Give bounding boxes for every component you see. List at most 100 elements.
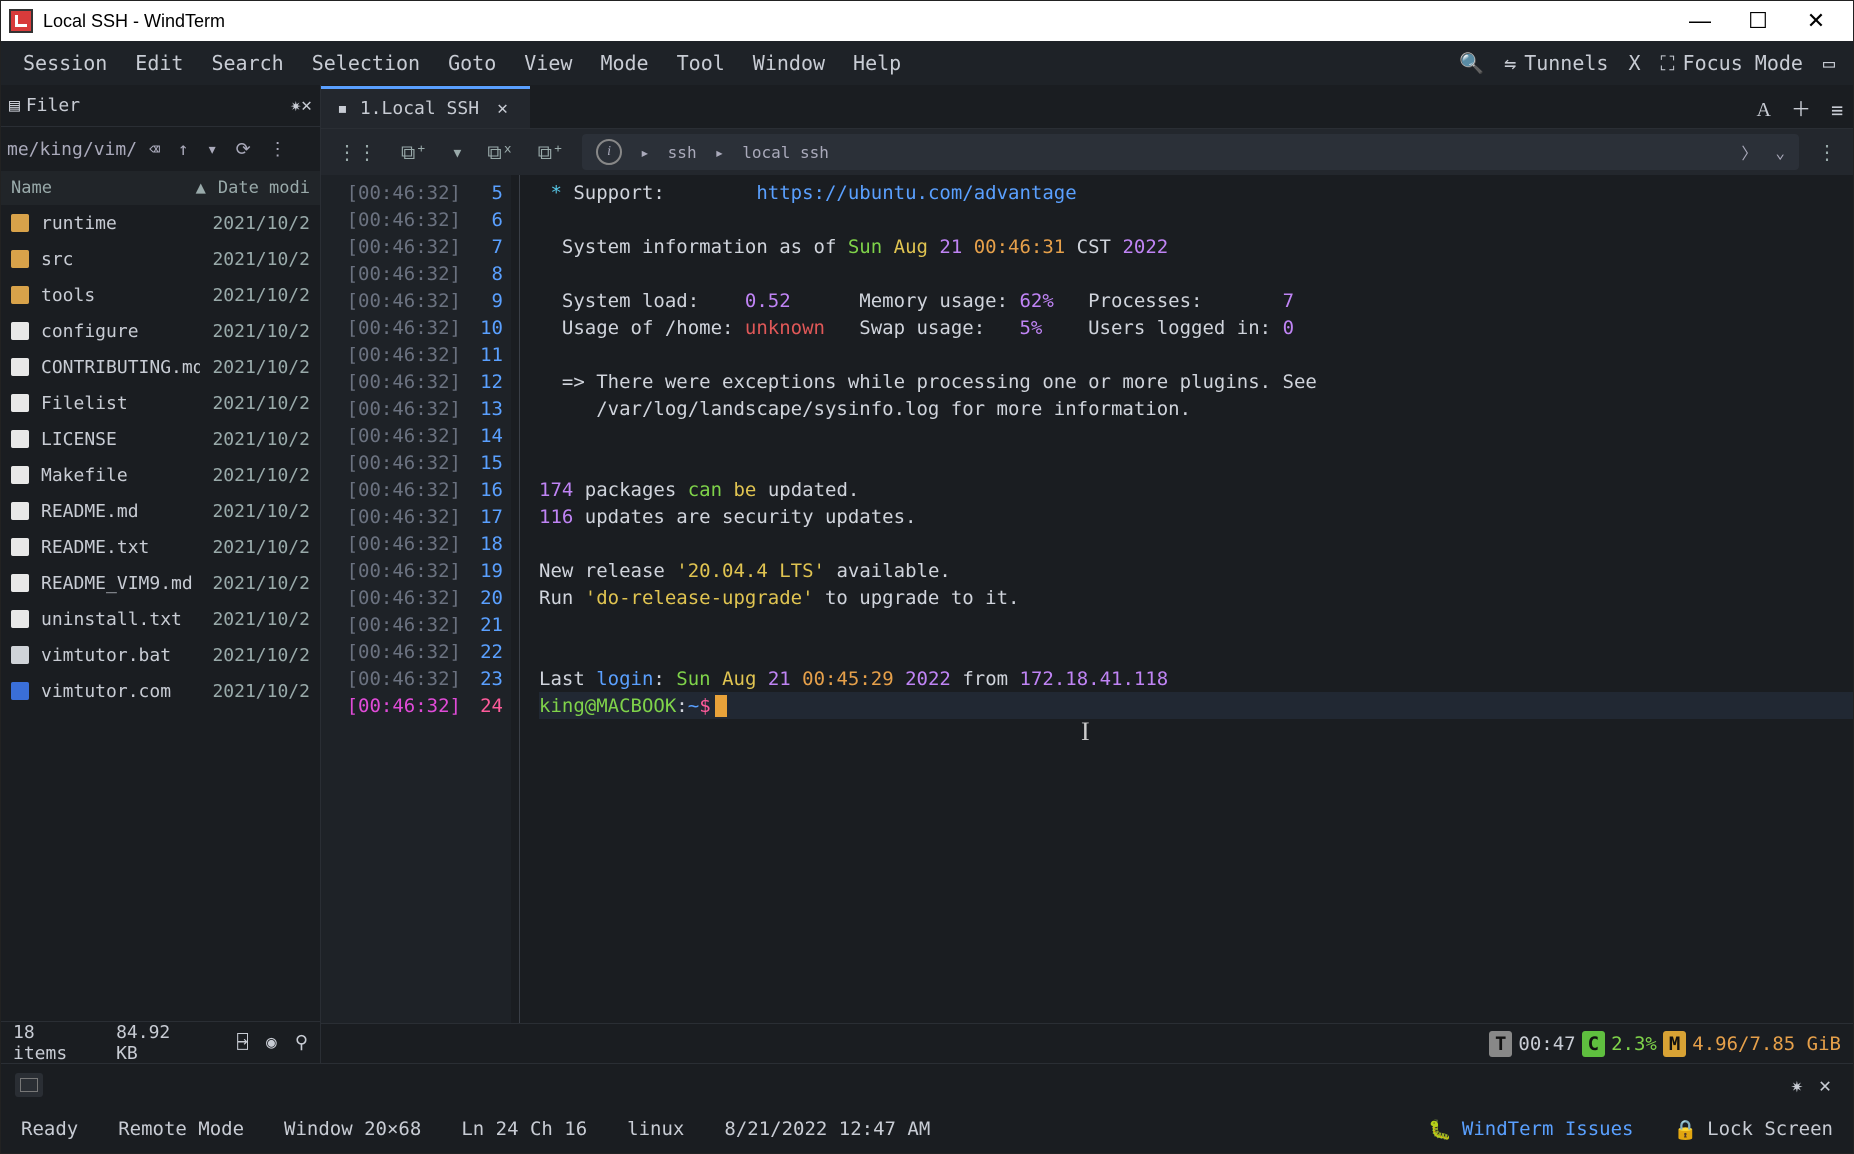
mem-value: 4.96/7.85 GiB xyxy=(1692,1033,1841,1055)
terminal-line xyxy=(539,206,1853,233)
terminal-line xyxy=(539,638,1853,665)
terminal-line: System information as of Sun Aug 21 00:4… xyxy=(539,233,1853,260)
open-folder-icon[interactable]: ⍈ xyxy=(237,1032,248,1053)
grip-icon[interactable]: ⋮⋮ xyxy=(331,136,383,168)
gutter-line: [00:46:32]11 xyxy=(321,341,511,368)
bottom-close-icon[interactable]: ✕ xyxy=(1811,1069,1839,1101)
file-icon xyxy=(11,502,29,520)
terminal-line xyxy=(539,530,1853,557)
settings-icon[interactable]: ✷ xyxy=(1783,1069,1811,1101)
tab-bar: ▪ 1.Local SSH ✕ A ＋ ≡ xyxy=(321,85,1853,129)
panel-toggle-icon[interactable]: ▭ xyxy=(1813,45,1845,81)
menu-search[interactable]: Search xyxy=(197,45,297,81)
menu-tool[interactable]: Tool xyxy=(663,45,739,81)
toolbar-caret-icon[interactable]: ▾ xyxy=(445,136,469,168)
gear-icon[interactable]: ✷ xyxy=(290,95,301,116)
issues-button[interactable]: 🐛 WindTerm Issues xyxy=(1428,1118,1633,1141)
file-row[interactable]: configure2021/10/2 xyxy=(1,313,320,349)
file-row[interactable]: uninstall.txt2021/10/2 xyxy=(1,601,320,637)
refresh-icon[interactable]: ⟳ xyxy=(230,135,257,164)
file-row[interactable]: runtime2021/10/2 xyxy=(1,205,320,241)
file-name: CONTRIBUTING.md xyxy=(41,357,200,378)
lock-screen-button[interactable]: 🔒 Lock Screen xyxy=(1673,1118,1833,1141)
file-row[interactable]: README.md2021/10/2 xyxy=(1,493,320,529)
menu-help[interactable]: Help xyxy=(839,45,915,81)
chevron-down-icon[interactable]: ▾ xyxy=(201,135,224,164)
terminal[interactable]: [00:46:32]5[00:46:32]6[00:46:32]7[00:46:… xyxy=(321,175,1853,1023)
focus-mode-button[interactable]: ⛶ Focus Mode xyxy=(1651,45,1813,81)
file-row[interactable]: src2021/10/2 xyxy=(1,241,320,277)
breadcrumb[interactable]: i ▸ ssh ▸ local ssh 〉 ⌄ xyxy=(582,134,1799,170)
up-icon[interactable]: ↑ xyxy=(172,135,195,164)
file-name: Filelist xyxy=(41,393,200,414)
backspace-icon[interactable]: ⌫ xyxy=(143,135,166,164)
duplicate-session-icon[interactable]: ⧉⁺ xyxy=(532,136,570,168)
file-icon xyxy=(11,610,29,628)
maximize-button[interactable]: ☐ xyxy=(1729,1,1787,41)
column-date[interactable]: Date modi xyxy=(206,178,310,198)
gutter-line: [00:46:32]22 xyxy=(321,638,511,665)
file-row[interactable]: tools2021/10/2 xyxy=(1,277,320,313)
crumb-ssh[interactable]: ssh xyxy=(668,143,697,162)
gutter-line: [00:46:32]10 xyxy=(321,314,511,341)
crumb-next-icon[interactable]: 〉 xyxy=(1741,140,1757,164)
bug-icon: 🐛 xyxy=(1428,1118,1452,1141)
tab-menu-icon[interactable]: ≡ xyxy=(1821,92,1853,128)
tab-close-icon[interactable]: ✕ xyxy=(491,98,514,119)
status-remote[interactable]: Remote Mode xyxy=(118,1118,244,1140)
time-badge-icon: T xyxy=(1489,1031,1512,1057)
location-icon[interactable]: ⚲ xyxy=(295,1032,308,1053)
close-panel-icon[interactable]: ✕ xyxy=(301,95,312,116)
file-row[interactable]: README_VIM9.md2021/10/2 xyxy=(1,565,320,601)
crumb-dropdown-icon[interactable]: ⌄ xyxy=(1775,143,1785,162)
menu-session[interactable]: Session xyxy=(9,45,121,81)
gutter-line: [00:46:32]19 xyxy=(321,557,511,584)
file-name: LICENSE xyxy=(41,429,200,450)
menu-selection[interactable]: Selection xyxy=(298,45,434,81)
close-button[interactable]: ✕ xyxy=(1787,1,1845,41)
toolbar-more-icon[interactable]: ⋮ xyxy=(1811,136,1843,168)
tab-local-ssh[interactable]: ▪ 1.Local SSH ✕ xyxy=(321,86,530,128)
file-date: 2021/10/2 xyxy=(212,645,310,666)
menu-window[interactable]: Window xyxy=(739,45,839,81)
gutter-line: [00:46:32]21 xyxy=(321,611,511,638)
status-os[interactable]: linux xyxy=(627,1118,684,1140)
total-size: 84.92 KB xyxy=(116,1022,201,1064)
minimize-button[interactable]: — xyxy=(1671,1,1729,41)
path-text[interactable]: me/king/vim/ xyxy=(7,139,137,160)
folder-icon xyxy=(11,250,29,268)
search-icon[interactable]: 🔍 xyxy=(1449,45,1494,81)
info-icon[interactable]: i xyxy=(596,139,622,165)
file-row[interactable]: README.txt2021/10/2 xyxy=(1,529,320,565)
folder-icon xyxy=(11,214,29,232)
gutter-line: [00:46:32]7 xyxy=(321,233,511,260)
menu-edit[interactable]: Edit xyxy=(121,45,197,81)
font-button[interactable]: A xyxy=(1747,93,1781,128)
file-row[interactable]: Makefile2021/10/2 xyxy=(1,457,320,493)
menu-view[interactable]: View xyxy=(510,45,586,81)
file-row[interactable]: vimtutor.com2021/10/2 xyxy=(1,673,320,709)
app-icon[interactable] xyxy=(15,1073,43,1097)
file-row[interactable]: CONTRIBUTING.md2021/10/2 xyxy=(1,349,320,385)
file-row[interactable]: Filelist2021/10/2 xyxy=(1,385,320,421)
status-window[interactable]: Window 20×68 xyxy=(284,1118,421,1140)
file-name: uninstall.txt xyxy=(41,609,200,630)
column-name[interactable]: Name xyxy=(11,178,196,198)
file-row[interactable]: vimtutor.bat2021/10/2 xyxy=(1,637,320,673)
menu-goto[interactable]: Goto xyxy=(434,45,510,81)
tunnels-button[interactable]: ⇋ Tunnels xyxy=(1494,45,1618,81)
file-row[interactable]: LICENSE2021/10/2 xyxy=(1,421,320,457)
status-position[interactable]: Ln 24 Ch 16 xyxy=(461,1118,587,1140)
add-tab-icon[interactable]: ＋ xyxy=(1781,87,1821,128)
more-icon[interactable]: ⋮ xyxy=(263,135,293,164)
terminal-cursor xyxy=(715,695,727,717)
menu-mode[interactable]: Mode xyxy=(586,45,662,81)
close-session-icon[interactable]: ⧉ˣ xyxy=(481,136,519,168)
gutter-line: [00:46:32]13 xyxy=(321,395,511,422)
gutter-line: [00:46:32]6 xyxy=(321,206,511,233)
x-button[interactable]: X xyxy=(1618,45,1650,81)
pin-icon[interactable]: ◉ xyxy=(266,1032,277,1053)
crumb-local-ssh[interactable]: local ssh xyxy=(742,143,829,162)
new-session-icon[interactable]: ⧉⁺ xyxy=(395,136,433,168)
file-list[interactable]: runtime2021/10/2src2021/10/2tools2021/10… xyxy=(1,205,320,1021)
